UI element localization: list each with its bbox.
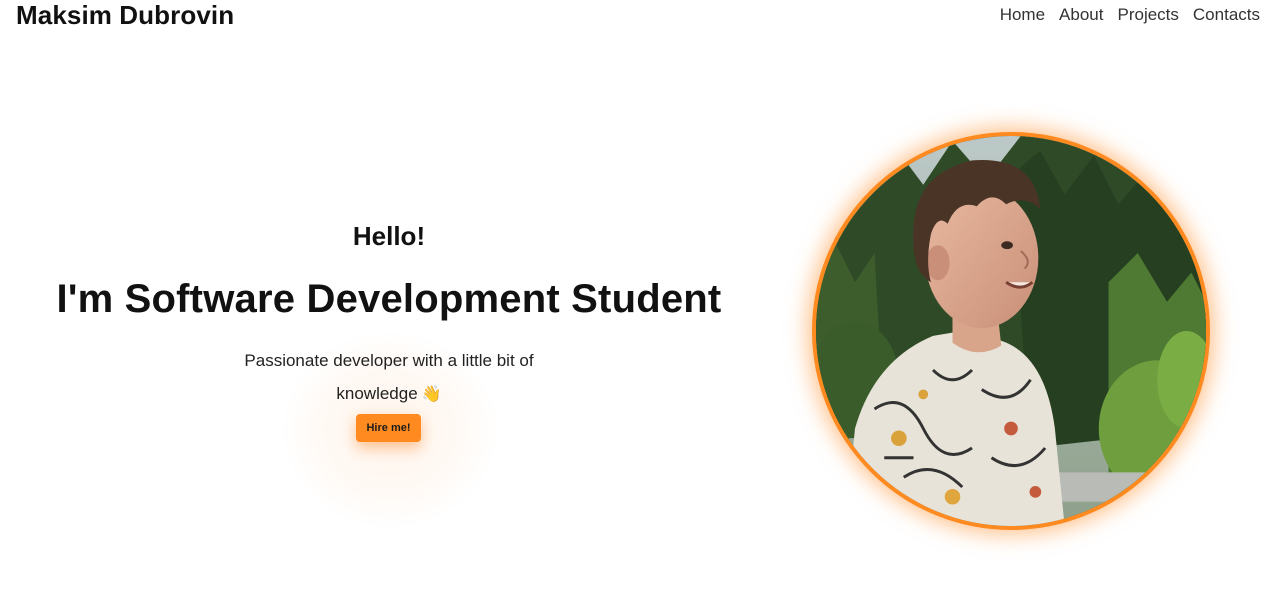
hero-headline: I'm Software Development Student [56, 277, 722, 321]
hire-me-button[interactable]: Hire me! [356, 414, 421, 442]
hero-greeting: Hello! [352, 221, 426, 251]
hero-section: Hello! I'm Software Development Student … [0, 0, 780, 594]
hero-tagline: Passionate developer with a little bit o… [228, 344, 550, 411]
profile-photo-illustration [816, 136, 1206, 526]
nav-contacts-link[interactable]: Contacts [1193, 4, 1260, 26]
nav-home-link[interactable]: Home [1000, 4, 1045, 26]
main-nav: Home About Projects Contacts [1000, 4, 1260, 26]
nav-about-link[interactable]: About [1059, 4, 1103, 26]
nav-projects-link[interactable]: Projects [1117, 4, 1178, 26]
page: Maksim Dubrovin Home About Projects Cont… [0, 0, 1280, 594]
profile-photo [812, 132, 1210, 530]
hero-tagline-text: Passionate developer with a little bit o… [244, 351, 534, 403]
waving-hand-icon: 👋 [421, 386, 442, 403]
